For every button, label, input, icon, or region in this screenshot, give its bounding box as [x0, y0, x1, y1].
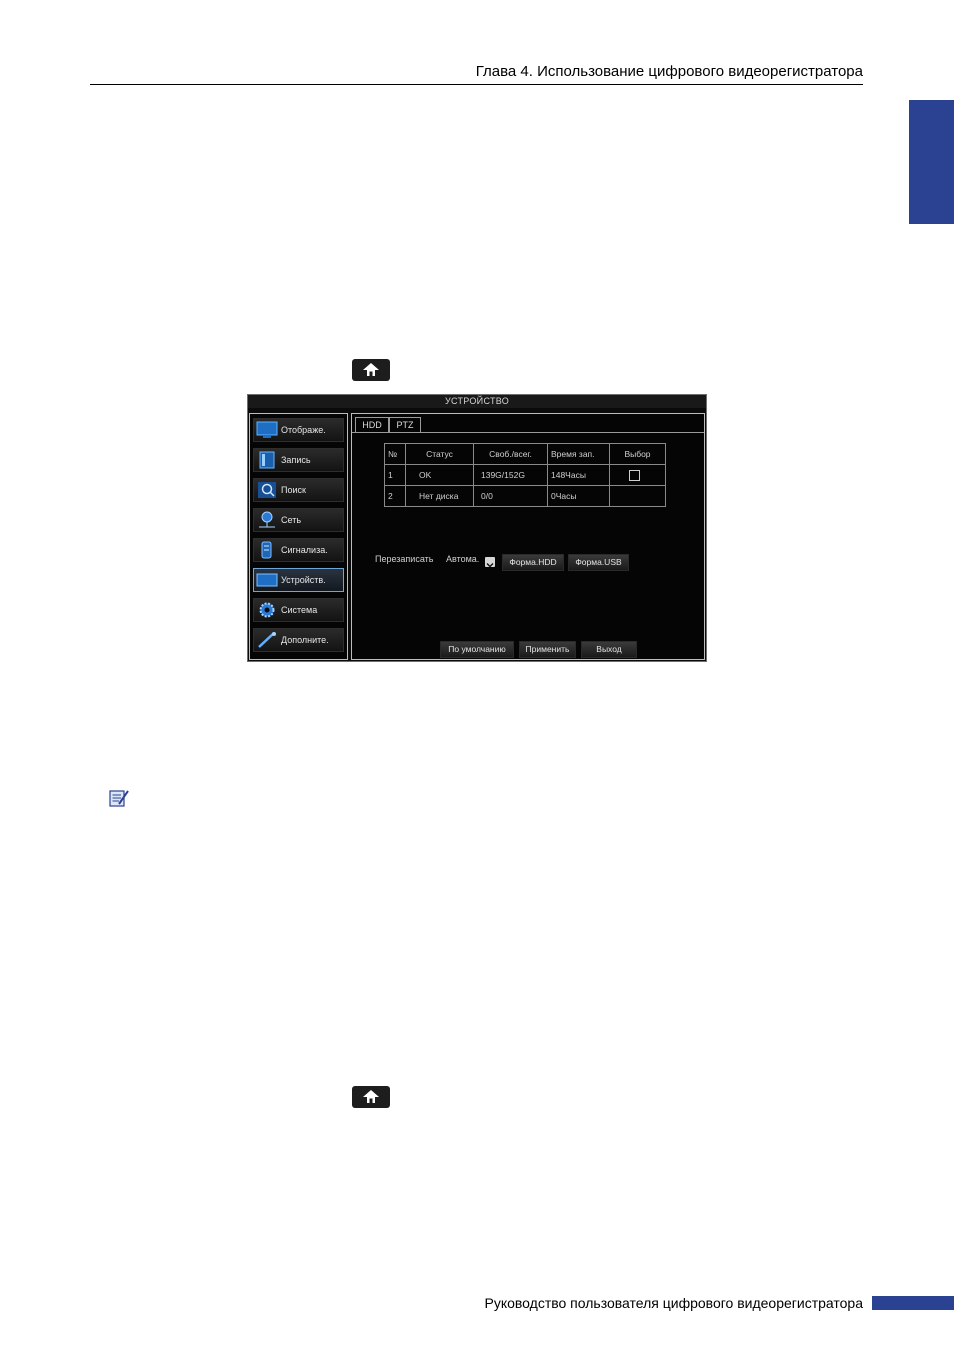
table-row: 1 OK 139G/152G 148Часы — [384, 464, 666, 486]
table-header: Выбор — [609, 443, 666, 465]
note-icon — [108, 788, 130, 808]
exit-button[interactable]: Выход — [581, 641, 637, 658]
tools-icon — [258, 632, 276, 648]
table-cell: 148Часы — [547, 464, 610, 486]
footer-accent-bar — [872, 1296, 954, 1310]
table-row: 2 Нет диска 0/0 0Часы — [384, 485, 666, 507]
page-footer-text: Руководство пользователя цифрового видео… — [484, 1295, 863, 1311]
menu-label: Запись — [281, 455, 311, 465]
gear-icon — [259, 602, 275, 618]
tab-ptz[interactable]: PTZ — [389, 417, 421, 433]
tab-divider — [352, 432, 704, 433]
menu-label: Сигнализа. — [281, 545, 328, 555]
menu-item-network[interactable]: Сеть — [253, 508, 344, 532]
table-header-row: № Статус Своб./всег. Время зап. Выбор — [384, 443, 666, 465]
menu-item-search[interactable]: Поиск — [253, 478, 344, 502]
overwrite-select-value[interactable]: Автома. — [446, 554, 479, 564]
apply-button[interactable]: Применить — [519, 641, 576, 658]
table-cell: OK — [405, 464, 474, 486]
table-cell: Нет диска — [405, 485, 474, 507]
menu-label: Поиск — [281, 485, 306, 495]
table-header: Статус — [405, 443, 474, 465]
menu-label: Сеть — [281, 515, 302, 525]
overwrite-label: Перезаписать — [375, 554, 434, 564]
menu-item-record[interactable]: Запись — [253, 448, 344, 472]
network-icon — [259, 511, 275, 528]
table-cell: 139G/152G — [473, 464, 548, 486]
table-header: Своб./всег. — [473, 443, 548, 465]
menu-item-device[interactable]: Устройств. — [253, 568, 344, 592]
table-cell: 0/0 — [473, 485, 548, 507]
menu-label: Отображе. — [281, 425, 326, 435]
format-usb-button[interactable]: Форма.USB — [568, 554, 629, 571]
table-cell: 0Часы — [547, 485, 610, 507]
menu-label: Устройств. — [281, 575, 326, 585]
dvr-menu-sidebar: Отображе. Запись Поиск Сеть Сигнализа. У… — [249, 413, 348, 660]
menu-label: Дополните. — [281, 635, 329, 645]
menu-item-system[interactable]: Система — [253, 598, 344, 622]
select-checkbox[interactable] — [629, 469, 640, 481]
menu-item-display[interactable]: Отображе. — [253, 418, 344, 442]
menu-item-advanced[interactable]: Дополните. — [253, 628, 344, 652]
page-header-title: Глава 4. Использование цифрового видеоре… — [475, 63, 863, 80]
dvr-device-window: УСТРОЙСТВО Отображе. Запись Поиск Сеть С… — [247, 394, 707, 662]
hdd-table: № Статус Своб./всег. Время зап. Выбор 1 … — [384, 443, 666, 507]
format-hdd-button[interactable]: Форма.HDD — [502, 554, 564, 571]
home-icon — [363, 1090, 379, 1103]
table-header: Время зап. — [547, 443, 610, 465]
search-icon — [258, 482, 276, 498]
chapter-side-tab — [909, 100, 954, 224]
table-cell: 1 — [384, 464, 406, 486]
header-divider — [90, 84, 863, 85]
alarm-icon — [261, 541, 272, 559]
select-cell — [609, 464, 666, 486]
home-button-bottom[interactable] — [352, 1086, 390, 1108]
menu-item-alarm[interactable]: Сигнализа. — [253, 538, 344, 562]
home-button-top[interactable] — [352, 359, 390, 381]
menu-label: Система — [281, 605, 318, 615]
device-icon — [256, 573, 278, 587]
monitor-icon — [256, 421, 278, 438]
table-cell — [609, 485, 666, 507]
default-button[interactable]: По умолчанию — [440, 641, 514, 658]
table-cell: 2 — [384, 485, 406, 507]
table-header: № — [384, 443, 406, 465]
dvr-content-panel: HDD PTZ № Статус Своб./всег. Время зап. … — [351, 413, 705, 660]
film-icon — [259, 451, 275, 469]
chevron-down-icon[interactable] — [485, 557, 495, 568]
home-icon — [363, 363, 379, 376]
dvr-window-title: УСТРОЙСТВО — [248, 395, 706, 408]
tab-hdd[interactable]: HDD — [355, 417, 389, 433]
